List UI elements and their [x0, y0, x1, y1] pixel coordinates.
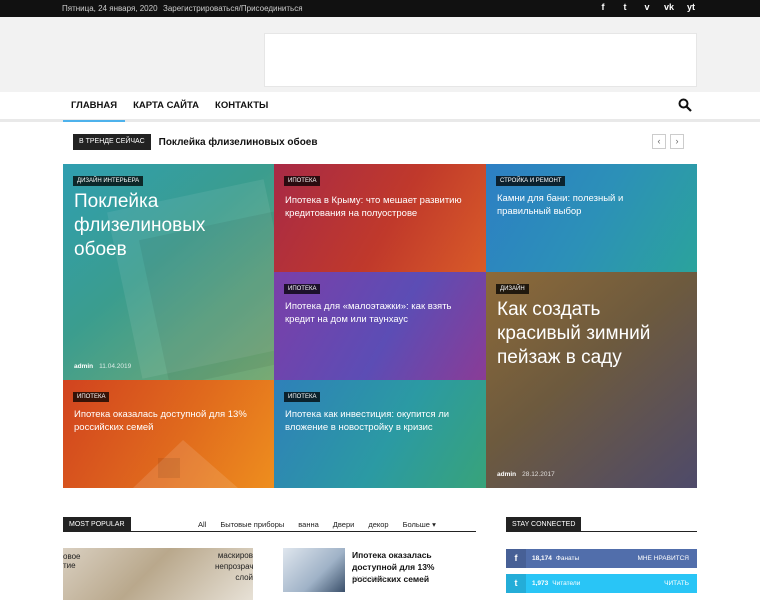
facebook-counter[interactable]: f 18,174 Фанаты МНЕ НРАВИТСЯ — [506, 549, 697, 568]
image-text-left: овое тие — [63, 552, 81, 570]
tile-title[interactable]: Ипотека оказалась доступной для 13% росс… — [74, 408, 264, 434]
featured-tile-6[interactable]: Ипотека Ипотека оказалась доступной для … — [63, 380, 274, 488]
trending-prev-button[interactable]: ‹ — [652, 134, 666, 149]
facebook-like-button[interactable]: МНЕ НРАВИТСЯ — [637, 555, 689, 562]
twitter-icon: t — [506, 574, 526, 593]
tile-category[interactable]: Дизайн — [496, 284, 529, 294]
tile-title[interactable]: Ипотека как инвестиция: окупится ли влож… — [285, 408, 475, 434]
popular-post-date: 01.01.2018 — [352, 576, 385, 583]
filter-bath[interactable]: ванна — [298, 520, 319, 529]
featured-tile-3[interactable]: Стройка и ремонт Камни для бани: полезны… — [486, 164, 697, 272]
tile-category[interactable]: Ипотека — [284, 176, 321, 186]
filter-all[interactable]: All — [198, 520, 206, 529]
tile-title[interactable]: Ипотека в Крыму: что мешает развитию кре… — [285, 194, 465, 220]
facebook-count-value: 18,174 — [532, 555, 552, 562]
filter-more[interactable]: Больше ▾ — [403, 520, 436, 529]
image-text-right: маскиров непрозрачн слой — [215, 551, 253, 582]
trending-nav: ‹ › — [652, 134, 684, 149]
menu-item-sitemap[interactable]: КАРТА САЙТА — [125, 92, 207, 122]
most-popular-title: MOST POPULAR — [63, 517, 131, 532]
trending-label: В ТРЕНДЕ СЕЙЧАС — [73, 134, 151, 150]
tile-author[interactable]: admin — [74, 363, 93, 370]
facebook-count: 18,174 Фанаты — [532, 555, 579, 562]
tile-category[interactable]: Ипотека — [284, 284, 321, 294]
twitter-counter[interactable]: t 1,973 Читатели ЧИТАТЬ — [506, 574, 697, 593]
twitter-count: 1,973 Читатели — [532, 580, 580, 587]
tile-title[interactable]: Камни для бани: полезный и правильный вы… — [497, 192, 677, 218]
twitter-count-label: Читатели — [552, 580, 581, 587]
current-date: Пятница, 24 января, 2020 — [62, 4, 158, 13]
top-bar: Пятница, 24 января, 2020 Зарегистрироват… — [0, 0, 760, 17]
tile-title[interactable]: Ипотека для «малоэтажки»: как взять кред… — [285, 300, 475, 326]
trending-bar: В ТРЕНДЕ СЕЙЧАС Поклейка флизелиновых об… — [73, 134, 318, 150]
ad-banner[interactable] — [264, 33, 697, 87]
featured-grid: Дизайн интерьера Поклейка флизелиновых о… — [63, 164, 697, 488]
category-filters: All Бытовые приборы ванна Двери декор Бо… — [198, 520, 436, 529]
filter-doors[interactable]: Двери — [333, 520, 355, 529]
trending-title[interactable]: Поклейка флизелиновых обоев — [159, 137, 318, 148]
tile-meta: admin 28.12.2017 — [497, 471, 555, 478]
menu-item-contacts[interactable]: КОНТАКТЫ — [207, 92, 276, 122]
filter-decor[interactable]: декор — [368, 520, 388, 529]
block-divider — [63, 531, 476, 532]
tile-title[interactable]: Поклейка флизелиновых обоев — [74, 190, 234, 262]
tile-date: 11.04.2019 — [99, 363, 132, 370]
featured-tile-2[interactable]: Ипотека Ипотека в Крыму: что мешает разв… — [274, 164, 486, 272]
trending-next-button[interactable]: › — [670, 134, 684, 149]
featured-tile-4[interactable]: Ипотека Ипотека для «малоэтажки»: как вз… — [274, 272, 486, 380]
facebook-icon[interactable]: f — [598, 2, 608, 12]
vimeo-icon[interactable]: v — [642, 2, 652, 12]
main-menu: ГЛАВНАЯ КАРТА САЙТА КОНТАКТЫ — [0, 92, 760, 122]
featured-tile-7[interactable]: Ипотека Ипотека как инвестиция: окупится… — [274, 380, 486, 488]
menu-item-home[interactable]: ГЛАВНАЯ — [63, 92, 126, 122]
facebook-count-label: Фанаты — [555, 555, 580, 562]
tile-date: 28.12.2017 — [522, 471, 555, 478]
vk-icon[interactable]: vk — [664, 2, 674, 12]
featured-tile-1[interactable]: Дизайн интерьера Поклейка флизелиновых о… — [63, 164, 274, 380]
tile-category[interactable]: Ипотека — [73, 392, 110, 402]
twitter-icon[interactable]: t — [620, 2, 630, 12]
stay-connected-title: STAY CONNECTED — [506, 517, 582, 532]
register-link[interactable]: Зарегистрироваться/Присоединиться — [163, 4, 303, 13]
block-divider — [506, 531, 697, 532]
tile-category[interactable]: Ипотека — [284, 392, 321, 402]
filter-more-label: Больше — [402, 520, 430, 529]
facebook-icon: f — [506, 549, 526, 568]
tile-category[interactable]: Стройка и ремонт — [496, 176, 566, 186]
tile-meta: admin 11.04.2019 — [74, 363, 131, 370]
popular-post-image-2[interactable] — [283, 548, 345, 592]
site-header — [0, 17, 760, 92]
youtube-icon[interactable]: yt — [686, 2, 696, 12]
social-links: f t v vk yt — [598, 2, 696, 12]
popular-post-image-1[interactable]: овое тие маскиров непрозрачн слой — [63, 548, 253, 600]
featured-tile-5[interactable]: Дизайн Как создать красивый зимний пейза… — [486, 272, 697, 488]
twitter-count-value: 1,973 — [532, 580, 549, 587]
tile-category[interactable]: Дизайн интерьера — [73, 176, 144, 186]
search-icon[interactable] — [678, 98, 692, 112]
tile-author[interactable]: admin — [497, 471, 516, 478]
twitter-follow-button[interactable]: ЧИТАТЬ — [664, 580, 689, 587]
filter-appliances[interactable]: Бытовые приборы — [220, 520, 284, 529]
tile-title[interactable]: Как создать красивый зимний пейзаж в сад… — [497, 298, 687, 370]
